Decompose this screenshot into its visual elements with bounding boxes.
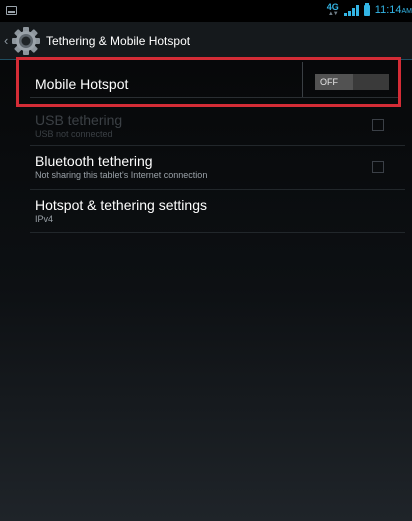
list-divider	[30, 145, 405, 146]
usb-tethering-title: USB tethering	[35, 112, 123, 128]
status-bar: 4G ▲▼ 11:14AM	[0, 0, 412, 22]
clock: 11:14AM	[375, 4, 412, 16]
mobile-hotspot-toggle[interactable]: OFF	[315, 74, 389, 90]
mobile-hotspot-row[interactable]: Mobile Hotspot OFF	[16, 57, 401, 107]
row-divider	[302, 62, 303, 98]
network-4g-icon: 4G ▲▼	[326, 2, 339, 18]
bluetooth-tethering-subtitle: Not sharing this tablet's Internet conne…	[35, 170, 208, 180]
mobile-hotspot-label: Mobile Hotspot	[35, 76, 129, 92]
bluetooth-tethering-row[interactable]: Bluetooth tethering Not sharing this tab…	[35, 153, 410, 181]
action-bar: ‹ Tethering & Mobile Hotspot	[0, 22, 412, 60]
data-activity-icon: ▲▼	[327, 11, 339, 17]
up-caret-icon[interactable]: ‹	[4, 33, 8, 48]
signal-icon	[343, 4, 359, 16]
bluetooth-tethering-checkbox[interactable]	[372, 161, 384, 173]
list-divider	[30, 232, 405, 233]
hotspot-settings-subtitle: IPv4	[35, 214, 54, 224]
page-title: Tethering & Mobile Hotspot	[46, 34, 191, 48]
clock-time: 11:14	[374, 4, 402, 16]
usb-tethering-subtitle: USB not connected	[35, 129, 113, 139]
status-icons: 4G ▲▼ 11:14AM	[327, 2, 412, 18]
usb-tethering-checkbox[interactable]	[372, 119, 384, 131]
usb-tethering-row[interactable]: USB tethering USB not connected	[35, 112, 410, 140]
network-label: 4G	[326, 2, 339, 12]
settings-gear-icon[interactable]	[10, 25, 42, 57]
bluetooth-tethering-title: Bluetooth tethering	[35, 153, 153, 169]
clock-ampm: AM	[401, 8, 412, 15]
toggle-off-thumb: OFF	[315, 74, 353, 90]
hotspot-settings-row[interactable]: Hotspot & tethering settings IPv4	[35, 197, 410, 225]
battery-icon	[363, 2, 370, 16]
list-divider	[30, 189, 405, 190]
screenshot-icon	[6, 6, 17, 15]
hotspot-settings-title: Hotspot & tethering settings	[35, 197, 207, 213]
row-separator	[30, 97, 398, 98]
